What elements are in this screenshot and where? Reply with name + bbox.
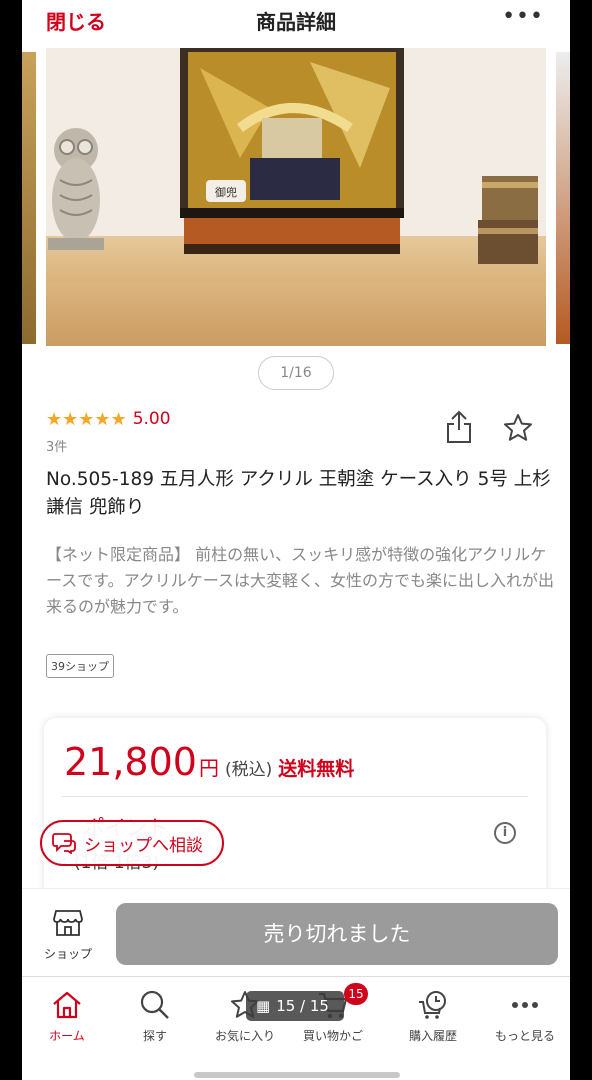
image-carousel[interactable]: 御兜 xyxy=(22,48,570,348)
home-indicator xyxy=(194,1072,400,1078)
price-currency: 円 xyxy=(198,756,219,780)
tab-purchase-history[interactable]: 購入履歴 xyxy=(388,987,478,1044)
shop-badge: 39ショップ xyxy=(46,654,114,678)
action-bar: ショップ 売り切れました xyxy=(22,888,570,976)
tab-search-label: 探す xyxy=(142,1029,167,1043)
product-image[interactable]: 御兜 xyxy=(46,48,546,346)
tax-note: (税込) xyxy=(224,760,273,780)
rating-stars: ★★★★★ xyxy=(46,408,127,430)
owl-figurine-image xyxy=(48,128,104,250)
case-plaque-label: 御兜 xyxy=(215,185,237,199)
image-counter: 1/16 xyxy=(258,356,334,390)
tab-purchase-history-label: 購入履歴 xyxy=(408,1029,457,1043)
tab-search[interactable]: 探す xyxy=(110,987,200,1044)
consult-shop-label: ショップへ相談 xyxy=(84,835,203,856)
more-dots-icon xyxy=(512,1002,538,1008)
price-row: 21,800 円 (税込) 送料無料 xyxy=(64,740,354,784)
tab-home[interactable]: ホーム xyxy=(22,987,112,1044)
info-icon[interactable]: i xyxy=(494,822,516,844)
chat-bubble-icon xyxy=(52,833,76,854)
share-icon[interactable] xyxy=(446,410,472,444)
divider xyxy=(62,796,528,797)
store-icon xyxy=(53,910,83,936)
home-icon xyxy=(53,991,81,1019)
tab-more-label: もっと見る xyxy=(494,1029,555,1043)
favorite-star-icon[interactable] xyxy=(502,412,534,444)
product-title: No.505-189 五月人形 アクリル 王朝塗 ケース入り 5号 上杉謙信 兜… xyxy=(46,469,551,518)
review-count[interactable]: 3件 xyxy=(46,436,67,455)
header: 閉じる 商品詳細 ••• xyxy=(22,0,570,42)
page-title: 商品詳細 xyxy=(256,10,336,34)
shop-label: ショップ xyxy=(43,947,92,961)
product-description: 【ネット限定商品】 前柱の無い、スッキリ感が特徴の強化アクリルケースです。アクリ… xyxy=(46,545,555,616)
more-options-icon[interactable]: ••• xyxy=(502,4,544,29)
page-indicator-text: 15 / 15 xyxy=(276,997,329,1015)
rating-value: 5.00 xyxy=(132,409,171,429)
acrylic-case-image: 御兜 xyxy=(180,48,404,254)
search-icon xyxy=(140,990,169,1019)
tab-more[interactable]: もっと見る xyxy=(480,987,570,1044)
tab-favorites-label: お気に入り xyxy=(214,1029,275,1043)
shelf-body xyxy=(46,282,546,346)
previous-slide-peek[interactable] xyxy=(22,52,36,344)
consult-shop-button[interactable]: ショップへ相談 xyxy=(40,820,224,866)
page-indicator: ▦ 15 / 15 xyxy=(246,991,344,1021)
grid-icon: ▦ xyxy=(256,997,271,1015)
next-slide-peek[interactable] xyxy=(556,52,570,344)
shop-link[interactable]: ショップ xyxy=(36,907,100,962)
free-shipping-label: 送料無料 xyxy=(278,758,355,780)
price-amount: 21,800 xyxy=(64,740,197,784)
sold-out-button[interactable]: 売り切れました xyxy=(116,903,558,965)
tab-bar: ホーム 探す お気に入り 15 買い物かご 購入履歴 もっと見る ▦ 15 / … xyxy=(22,976,570,1080)
books-image xyxy=(478,176,538,264)
product-detail-screen: 閉じる 商品詳細 ••• 御兜 1/16 ★★★★★ 5.00 3件 No.50… xyxy=(22,0,570,1080)
rating-row[interactable]: ★★★★★ 5.00 xyxy=(46,406,171,432)
cart-badge: 15 xyxy=(344,983,368,1005)
history-icon xyxy=(419,991,446,1019)
tab-cart-label: 買い物かご xyxy=(302,1029,363,1043)
tab-home-label: ホーム xyxy=(49,1029,85,1043)
